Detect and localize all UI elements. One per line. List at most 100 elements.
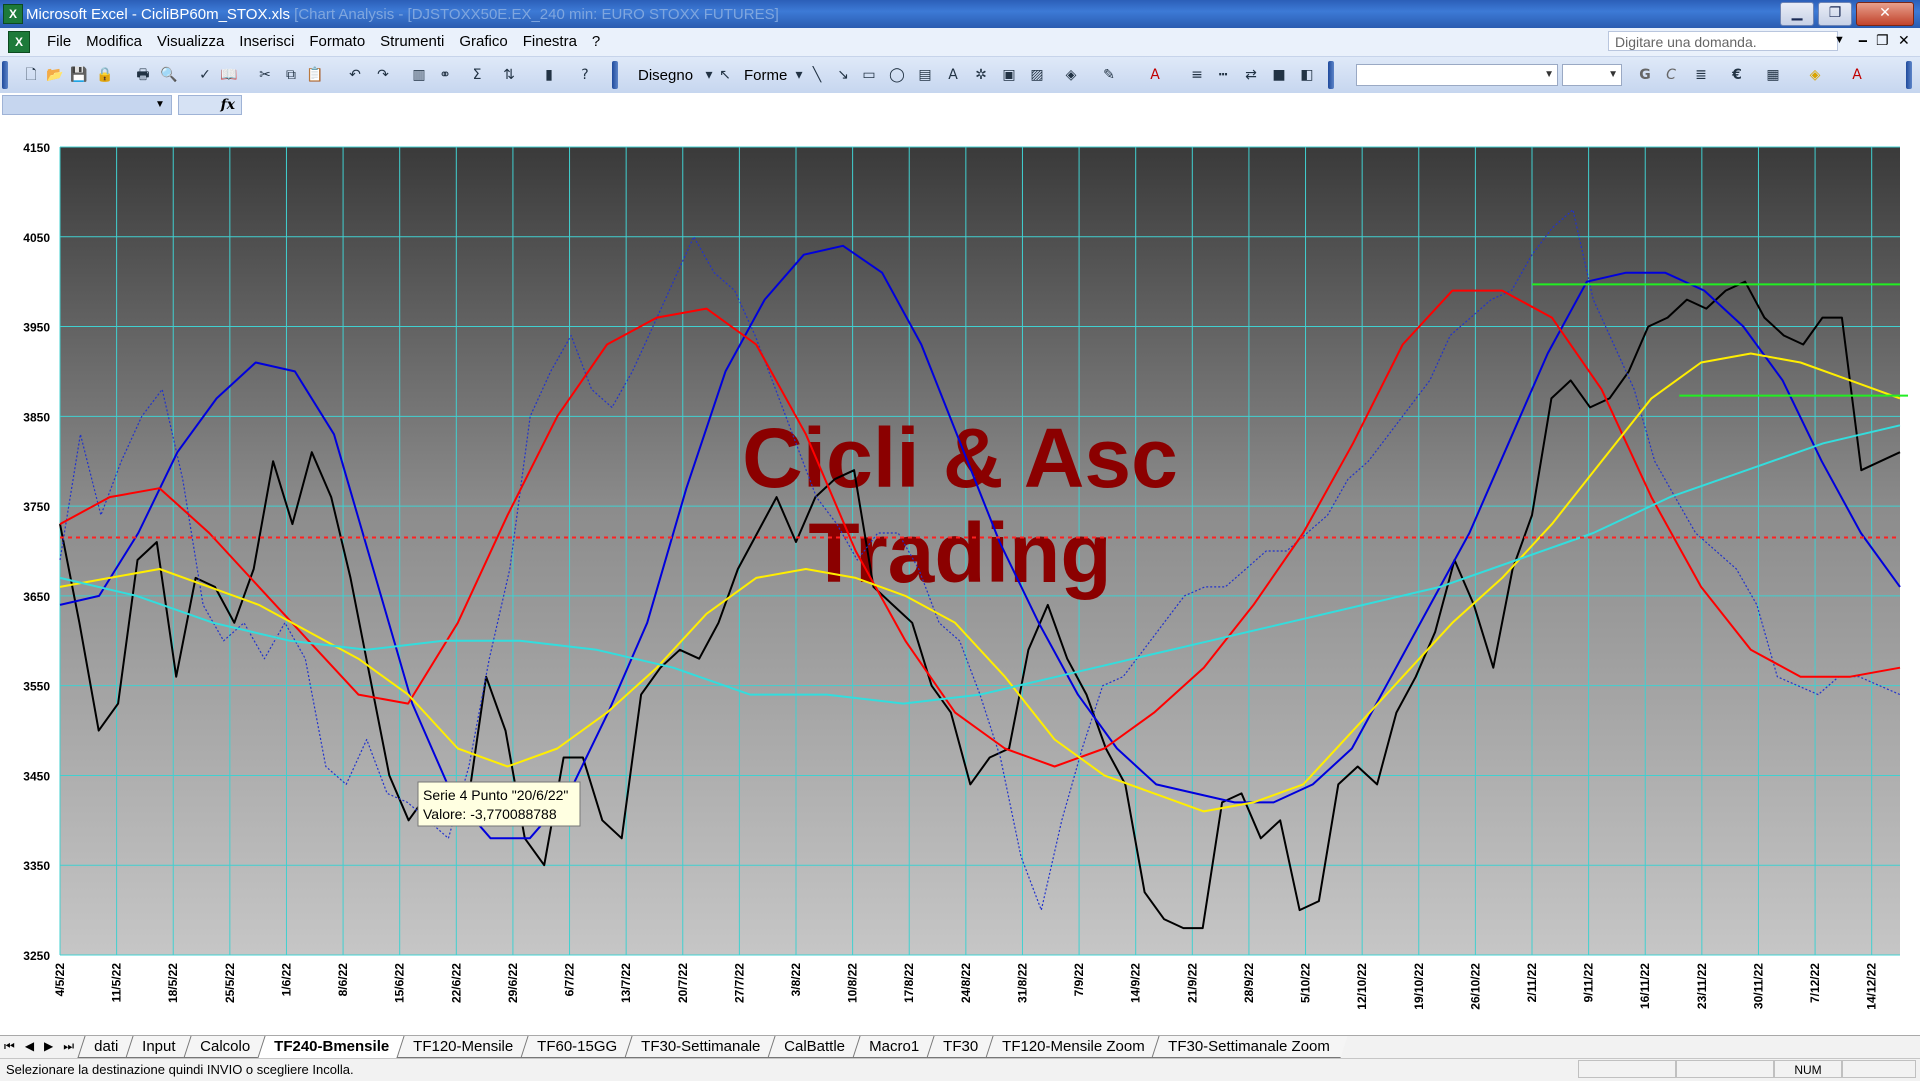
textbox-icon[interactable]: ▤ [916, 66, 934, 84]
font-color-icon[interactable]: A [1848, 66, 1866, 84]
open-icon[interactable]: 📂 [46, 66, 64, 84]
menu-item-strumenti[interactable]: Strumenti [373, 33, 452, 50]
picture-icon[interactable]: ▨ [1028, 66, 1046, 84]
chevron-down-icon[interactable]: ▼ [1834, 34, 1845, 46]
borders-icon[interactable]: ▦ [1764, 66, 1782, 84]
research-icon[interactable]: 📖 [220, 66, 238, 84]
euro-icon[interactable]: € [1728, 66, 1746, 84]
bold-icon[interactable]: G [1636, 66, 1654, 84]
excel-app-icon[interactable]: X [3, 4, 23, 24]
menu-item-finestra[interactable]: Finestra [516, 33, 585, 50]
permission-icon[interactable]: 🔒 [96, 66, 114, 84]
chevron-down-icon[interactable]: ▾ [790, 66, 808, 84]
cut-icon[interactable]: ✂ [256, 66, 274, 84]
doc-minimize-button[interactable]: ‒ [1858, 33, 1868, 49]
sort-icon[interactable]: ⇅ [500, 66, 518, 84]
clipart-icon[interactable]: ▣ [1000, 66, 1018, 84]
font-size-combo[interactable]: ▼ [1562, 64, 1622, 86]
arrow-style-icon[interactable]: ⇄ [1242, 66, 1260, 84]
tab-tf120-mensile[interactable]: TF120-Mensile [396, 1036, 531, 1058]
tab-label: TF120-Mensile [412, 1038, 513, 1055]
chevron-down-icon[interactable]: ▼ [1544, 69, 1554, 80]
restore-button[interactable]: ❐ [1818, 2, 1852, 26]
chevron-down-icon[interactable]: ▼ [1608, 69, 1618, 80]
menu-item-modifica[interactable]: Modifica [79, 33, 150, 50]
tab-tf240-bmensile[interactable]: TF240-Bmensile [257, 1036, 407, 1058]
arrow-icon[interactable]: ↘ [834, 66, 852, 84]
spelling-icon[interactable]: ✓ [196, 66, 214, 84]
toolbar-grip[interactable] [1328, 61, 1334, 89]
x-tick-label: 4/5/22 [53, 963, 67, 997]
line-icon[interactable]: ╲ [808, 66, 826, 84]
chart-wizard-icon[interactable]: ▥ [410, 66, 428, 84]
doc-close-button[interactable]: ✕ [1898, 33, 1910, 49]
tab-tf30[interactable]: TF30 [926, 1036, 996, 1058]
autosum-icon[interactable]: Σ [468, 66, 486, 84]
tab-macro1[interactable]: Macro1 [852, 1036, 937, 1058]
help-question-input[interactable]: Digitare una domanda. [1608, 31, 1838, 51]
fx-icon[interactable]: fx [178, 95, 242, 115]
toolbar-grip[interactable] [2, 61, 8, 89]
new-icon[interactable]: 🗋 [22, 66, 40, 84]
chart[interactable]: Cicli & AscTrading3250335034503550365037… [0, 117, 1920, 1035]
name-box[interactable]: ▼ [2, 95, 172, 115]
chart-area[interactable]: Cicli & Asc Trading 3250 3350 3450 3550 3650 37… [0, 117, 1920, 1035]
workbook-icon[interactable]: X [8, 31, 30, 53]
close-button[interactable]: ✕ [1856, 2, 1914, 26]
tab-tf60-15gg[interactable]: TF60-15GG [520, 1036, 635, 1058]
first-sheet-icon[interactable]: ⏮ [4, 1039, 15, 1054]
paste-icon[interactable]: 📋 [306, 66, 324, 84]
save-icon[interactable]: 💾 [70, 66, 88, 84]
minimize-button[interactable]: ▁ [1780, 2, 1814, 26]
forme-menu[interactable]: Forme [744, 67, 787, 84]
font-color-icon[interactable]: A [1146, 66, 1164, 84]
font-name-combo[interactable]: ▼ [1356, 64, 1558, 86]
menu-item-inserisci[interactable]: Inserisci [232, 33, 302, 50]
last-sheet-icon[interactable]: ⏭ [63, 1039, 74, 1054]
undo-icon[interactable]: ↶ [346, 66, 364, 84]
print-preview-icon[interactable]: 🔍 [160, 66, 178, 84]
oval-icon[interactable]: ◯ [888, 66, 906, 84]
menu-item-grafico[interactable]: Grafico [452, 33, 515, 50]
diagram-icon[interactable]: ✲ [972, 66, 990, 84]
tab-calbattle[interactable]: CalBattle [767, 1036, 863, 1058]
next-sheet-icon[interactable]: ▶ [44, 1039, 53, 1054]
shadow-icon[interactable]: ■ [1270, 66, 1288, 84]
menu-item-file[interactable]: File [40, 33, 79, 50]
toolbar-grip[interactable] [1906, 61, 1912, 89]
3d-style-icon[interactable]: ◧ [1298, 66, 1316, 84]
tab-calcolo[interactable]: Calcolo [182, 1036, 268, 1058]
tab-tf30-settimanale[interactable]: TF30-Settimanale [624, 1036, 778, 1058]
fill-color-icon[interactable]: ◈ [1062, 66, 1080, 84]
chart-icon[interactable]: ▮ [540, 66, 558, 84]
italic-icon[interactable]: C [1662, 66, 1680, 84]
tab-tf30-settimanale-zoom[interactable]: TF30-Settimanale Zoom [1151, 1036, 1348, 1058]
x-tick-label: 7/12/22 [1808, 963, 1822, 1003]
chevron-down-icon[interactable]: ▼ [155, 99, 165, 110]
copy-icon[interactable]: ⧉ [282, 66, 300, 84]
insert-hyperlink-icon[interactable]: ⚭ [436, 66, 454, 84]
fill-color-icon[interactable]: ◈ [1806, 66, 1824, 84]
x-tick-label: 27/7/22 [732, 963, 746, 1003]
tab-tf120-mensile-zoom[interactable]: TF120-Mensile Zoom [985, 1036, 1162, 1058]
line-style-icon[interactable]: ≡ [1188, 66, 1206, 84]
wordart-icon[interactable]: A [944, 66, 962, 84]
redo-icon[interactable]: ↷ [374, 66, 392, 84]
help-icon[interactable]: ? [576, 66, 594, 84]
menu-item-formato[interactable]: Formato [302, 33, 373, 50]
menu-item-visualizza[interactable]: Visualizza [150, 33, 232, 50]
align-icon[interactable]: ≣ [1692, 66, 1710, 84]
prev-sheet-icon[interactable]: ◀ [25, 1039, 34, 1054]
print-icon[interactable]: 🖶 [134, 66, 152, 84]
pointer-icon[interactable]: ↖ [716, 66, 734, 84]
disegno-menu[interactable]: Disegno [638, 67, 693, 84]
menu-item-help[interactable]: ? [585, 33, 608, 50]
line-color-icon[interactable]: ✎ [1100, 66, 1118, 84]
dash-style-icon[interactable]: ┅ [1214, 66, 1232, 84]
doc-restore-button[interactable]: ❐ [1876, 33, 1889, 49]
rectangle-icon[interactable]: ▭ [860, 66, 878, 84]
x-tick-label: 31/8/22 [1015, 963, 1029, 1003]
toolbar-grip[interactable] [612, 61, 618, 89]
y-tick-label: 4150 [23, 141, 50, 155]
tab-input[interactable]: Input [125, 1036, 194, 1058]
